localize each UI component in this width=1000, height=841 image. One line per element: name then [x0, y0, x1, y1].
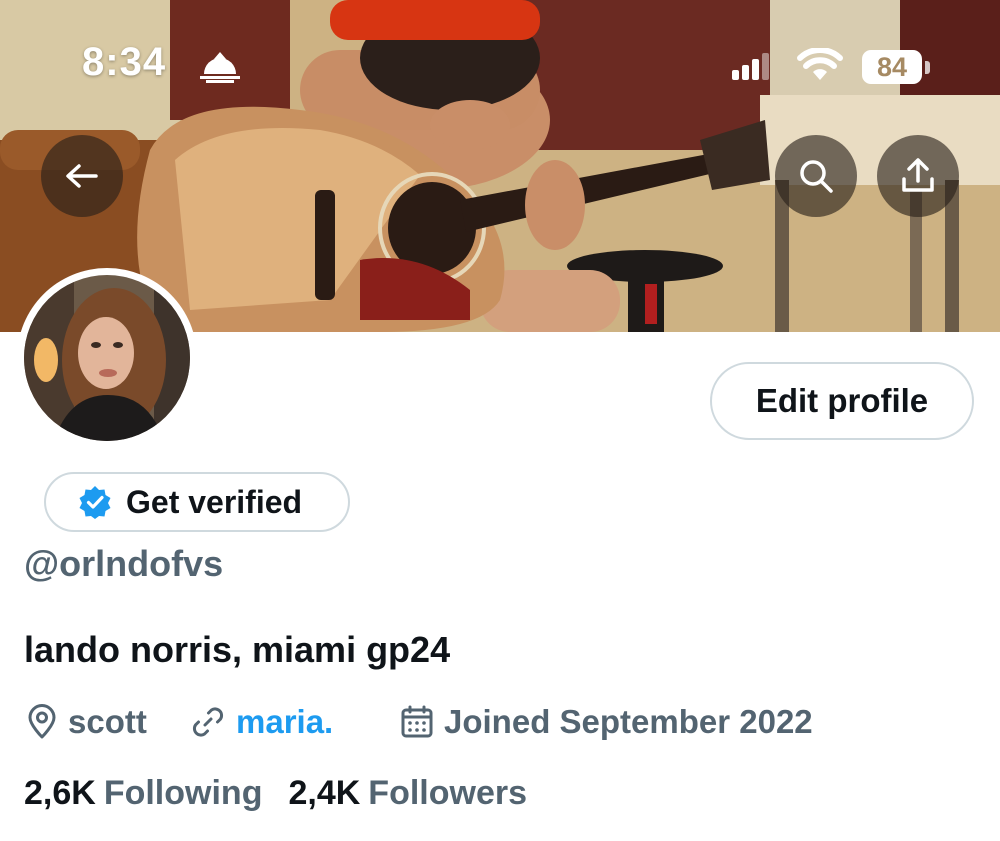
- location-text: scott: [68, 703, 147, 740]
- share-button[interactable]: [877, 135, 959, 217]
- sleep-focus-icon: [200, 52, 240, 83]
- profile-bio: lando norris, miami gp24: [24, 629, 451, 670]
- edit-profile-button[interactable]: Edit profile: [710, 362, 974, 440]
- following-stat[interactable]: 2,6K Following: [24, 774, 262, 813]
- website-link[interactable]: maria.: [236, 703, 333, 741]
- arrow-left-icon: [66, 164, 98, 188]
- cellular-signal-icon: [732, 53, 769, 80]
- wifi-icon: [797, 48, 843, 80]
- battery-nub: [925, 61, 930, 74]
- verified-badge-icon: [79, 486, 111, 519]
- profile-stats: 2,6K Following 2,4K Followers: [24, 774, 527, 813]
- followers-count: 2,4K: [288, 774, 361, 812]
- search-icon: [800, 160, 833, 193]
- avatar[interactable]: [17, 268, 197, 448]
- location-pin-icon: [28, 704, 56, 739]
- avatar-photo: [24, 275, 190, 441]
- link-icon: [192, 707, 224, 737]
- joined-date: Joined September 2022: [444, 703, 813, 740]
- profile-website[interactable]: maria.: [190, 700, 333, 744]
- battery-indicator: 84: [862, 50, 922, 84]
- profile-location: scott: [26, 700, 147, 744]
- followers-label: Followers: [368, 774, 527, 812]
- search-button[interactable]: [775, 135, 857, 217]
- profile-handle: @orlndofvs: [24, 543, 224, 584]
- share-icon: [902, 158, 934, 192]
- following-count: 2,6K: [24, 774, 96, 812]
- status-time: 8:34: [82, 40, 167, 84]
- followers-stat[interactable]: 2,4K Followers: [288, 774, 527, 813]
- calendar-icon: [401, 705, 433, 738]
- get-verified-button[interactable]: Get verified: [44, 472, 350, 532]
- get-verified-label: Get verified: [126, 483, 303, 520]
- back-button[interactable]: [41, 135, 123, 217]
- profile-joined: Joined September 2022: [400, 700, 813, 744]
- following-label: Following: [103, 774, 263, 812]
